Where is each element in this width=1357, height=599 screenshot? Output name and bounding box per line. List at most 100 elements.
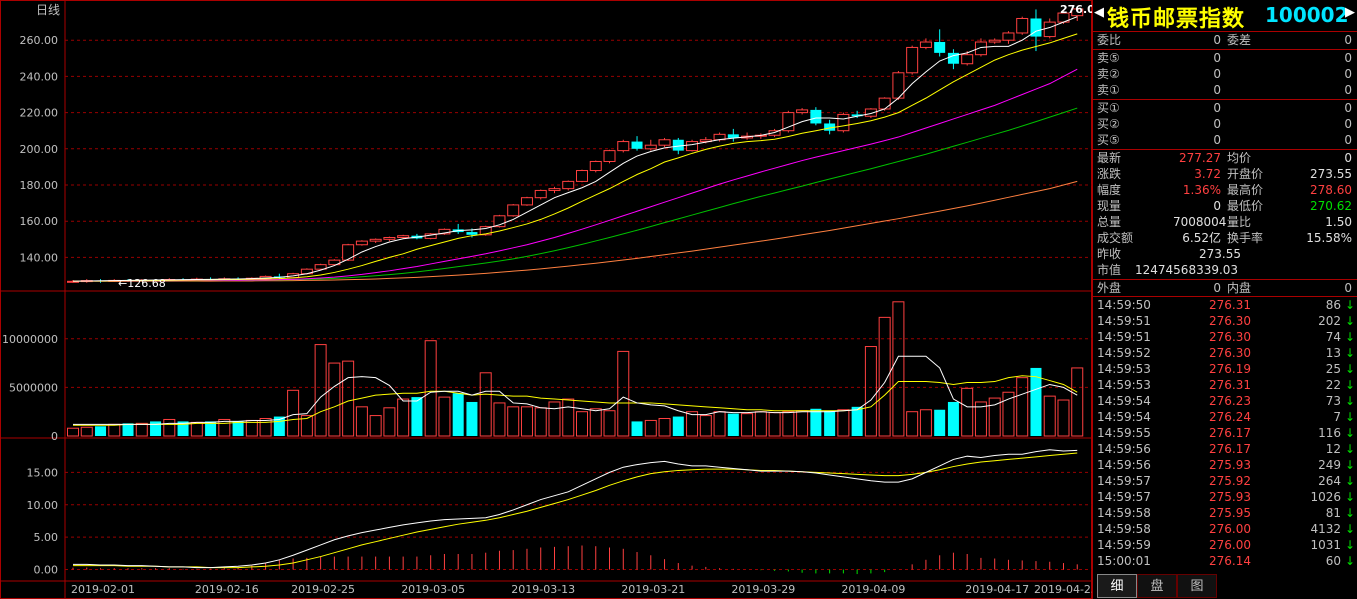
volume-bar-up — [562, 398, 575, 437]
volume-bar-up — [741, 413, 754, 437]
price-axis-label: 220.00 — [20, 107, 59, 120]
prev-close-row: 昨收 273.55 — [1093, 246, 1357, 262]
volume-bar-down — [95, 426, 107, 436]
outer-inner-row: 外盘 0 内盘 0 — [1093, 280, 1357, 296]
candle-body-up — [644, 144, 657, 150]
tick-volume: 4132 — [1310, 522, 1341, 536]
kline-chart[interactable]: 日线 260.00 240.00 220.00 200.00 180.00 160.00 14… — [0, 0, 1092, 599]
outer-value: 0 — [1213, 281, 1221, 295]
tick-row: 14:59:53 276.19 25 ↓ — [1093, 361, 1357, 377]
tick-row: 14:59:52 276.30 13 ↓ — [1093, 345, 1357, 361]
tab-detail[interactable]: 细 — [1097, 574, 1137, 598]
candle-body-up — [562, 180, 575, 190]
candle-body-up — [961, 54, 974, 65]
tick-time: 14:59:56 — [1097, 458, 1151, 472]
volume-bar-up — [1016, 377, 1029, 437]
tick-price: 276.31 — [1209, 378, 1251, 392]
volume-bar-down — [934, 409, 946, 436]
tick-price: 276.30 — [1209, 346, 1251, 360]
quote-panel: ◀ 钱币邮票指数 100002 ▶ 委比 0 委差 0 昨收 273.55 市值… — [1092, 0, 1357, 599]
stat-value: 273.55 — [1310, 167, 1352, 181]
stat-label: 现量 — [1097, 199, 1122, 213]
bid-price: 0 — [1213, 117, 1221, 131]
inner-label: 内盘 — [1227, 281, 1252, 295]
ask-price: 0 — [1213, 83, 1221, 97]
prev-stock-arrow-icon[interactable]: ◀ — [1094, 6, 1104, 19]
volume-bar-up — [424, 340, 437, 437]
ask-price: 0 — [1213, 51, 1221, 65]
volume-bar-down — [947, 401, 959, 436]
candle-body-up — [520, 197, 533, 206]
candle-body-up — [782, 112, 795, 132]
stat-value: 7008004 — [1173, 215, 1227, 229]
volume-bar-down — [122, 423, 134, 436]
tick-volume: 73 — [1325, 394, 1341, 408]
volume-bar-down — [824, 410, 836, 436]
stat-value: 277.27 — [1179, 151, 1221, 165]
price-axis-label: 140.00 — [20, 251, 59, 264]
volume-bar-up — [548, 401, 561, 437]
candle-body-up — [906, 46, 919, 74]
tick-row: 14:59:50 276.31 86 ↓ — [1093, 297, 1357, 313]
next-stock-arrow-icon[interactable]: ▶ — [1345, 6, 1355, 19]
stat-label: 均价 — [1227, 151, 1252, 165]
volume-bar-down — [851, 406, 863, 436]
tick-direction-icon: ↓ — [1345, 394, 1356, 408]
date-label: 2019-03-29 — [731, 583, 795, 596]
stat-value: 0 — [1344, 151, 1352, 165]
tick-time: 15:00:01 — [1097, 554, 1151, 568]
tick-price: 276.00 — [1209, 522, 1251, 536]
ask-label: 卖① — [1097, 83, 1120, 97]
volume-bar-up — [892, 301, 905, 437]
tick-time: 14:59:59 — [1097, 538, 1151, 552]
tick-direction-icon: ↓ — [1345, 330, 1356, 344]
date-label: 2019-03-13 — [511, 583, 575, 596]
stat-row: 幅度 1.36% 最高价 278.60 — [1093, 182, 1357, 198]
candle-body-up — [919, 41, 932, 48]
bid-price: 0 — [1213, 101, 1221, 115]
volume-bar-up — [369, 415, 382, 437]
prev-close-value: 273.55 — [1199, 247, 1241, 261]
tab-book[interactable]: 盘 — [1137, 574, 1177, 598]
weicha-label: 委差 — [1227, 33, 1252, 47]
tick-volume: 81 — [1325, 506, 1341, 520]
market-value-row: 市值 12474568339.03 — [1093, 262, 1357, 278]
volume-bar-up — [576, 411, 588, 437]
tick-direction-icon: ↓ — [1345, 522, 1356, 536]
candle-body-up — [342, 244, 355, 261]
tick-row: 14:59:55 276.17 116 ↓ — [1093, 425, 1357, 441]
candle-body-up — [576, 170, 588, 182]
volume-bar-up — [961, 387, 974, 437]
volume-bar-up — [837, 409, 850, 437]
indicator-axis-label: 10.00 — [27, 499, 59, 512]
date-label: 2019-04-09 — [841, 583, 905, 596]
stat-value: 6.52亿 — [1182, 231, 1221, 245]
tick-row: 14:59:54 276.23 73 ↓ — [1093, 393, 1357, 409]
date-label: 2019-02-25 — [291, 583, 355, 596]
current-price-marker: 276.0 — [1060, 3, 1092, 16]
stat-label: 换手率 — [1227, 231, 1264, 245]
tick-direction-icon: ↓ — [1345, 426, 1356, 440]
ask-label: 卖⑤ — [1097, 51, 1120, 65]
volume-bar-up — [479, 372, 492, 437]
tick-volume: 202 — [1318, 314, 1341, 328]
tick-volume: 1031 — [1310, 538, 1341, 552]
stat-value: 15.58% — [1306, 231, 1352, 245]
candle-body-down — [631, 141, 643, 149]
stat-row: 成交额 6.52亿 换手率 15.58% — [1093, 230, 1357, 246]
candle-body-down — [934, 42, 946, 53]
candle-body-up — [355, 240, 368, 246]
tick-time: 14:59:51 — [1097, 330, 1151, 344]
stat-value: 1.50 — [1325, 215, 1352, 229]
volume-bar-up — [919, 409, 932, 437]
stat-value: 270.62 — [1310, 199, 1352, 213]
volume-bar-down — [411, 397, 423, 436]
candle-body-up — [397, 235, 410, 239]
tick-volume: 86 — [1325, 298, 1341, 312]
tick-direction-icon: ↓ — [1345, 346, 1356, 360]
volume-bar-up — [493, 402, 506, 437]
tick-volume: 22 — [1325, 378, 1341, 392]
tab-chart[interactable]: 图 — [1177, 574, 1217, 598]
tick-direction-icon: ↓ — [1345, 442, 1356, 456]
tick-price: 275.92 — [1209, 474, 1251, 488]
